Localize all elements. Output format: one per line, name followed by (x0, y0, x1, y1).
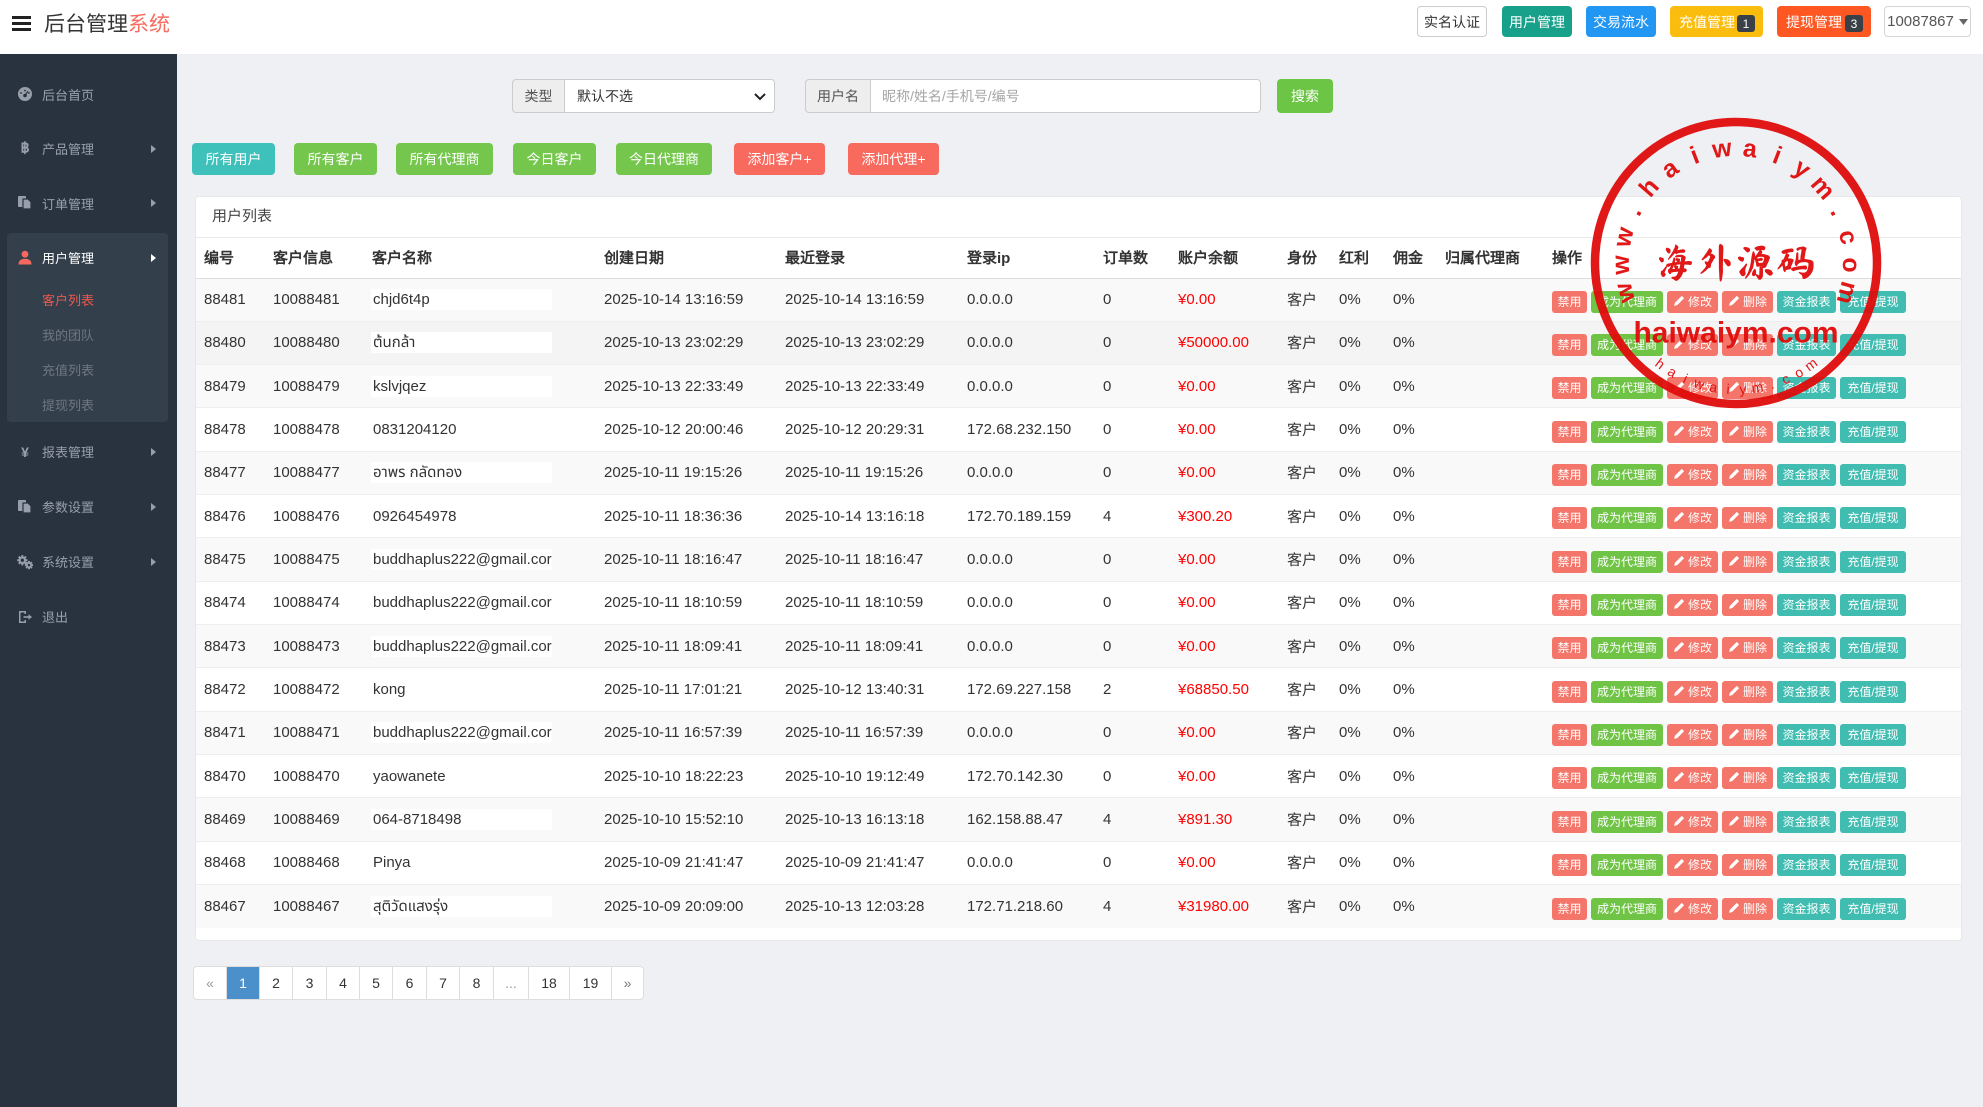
svg-text:a: a (1741, 134, 1759, 164)
svg-text:y: y (1788, 153, 1816, 184)
svg-text:i: i (1687, 141, 1704, 170)
svg-text:i: i (1769, 141, 1786, 170)
svg-text:a: a (1656, 153, 1684, 185)
svg-text:w: w (1710, 134, 1734, 164)
